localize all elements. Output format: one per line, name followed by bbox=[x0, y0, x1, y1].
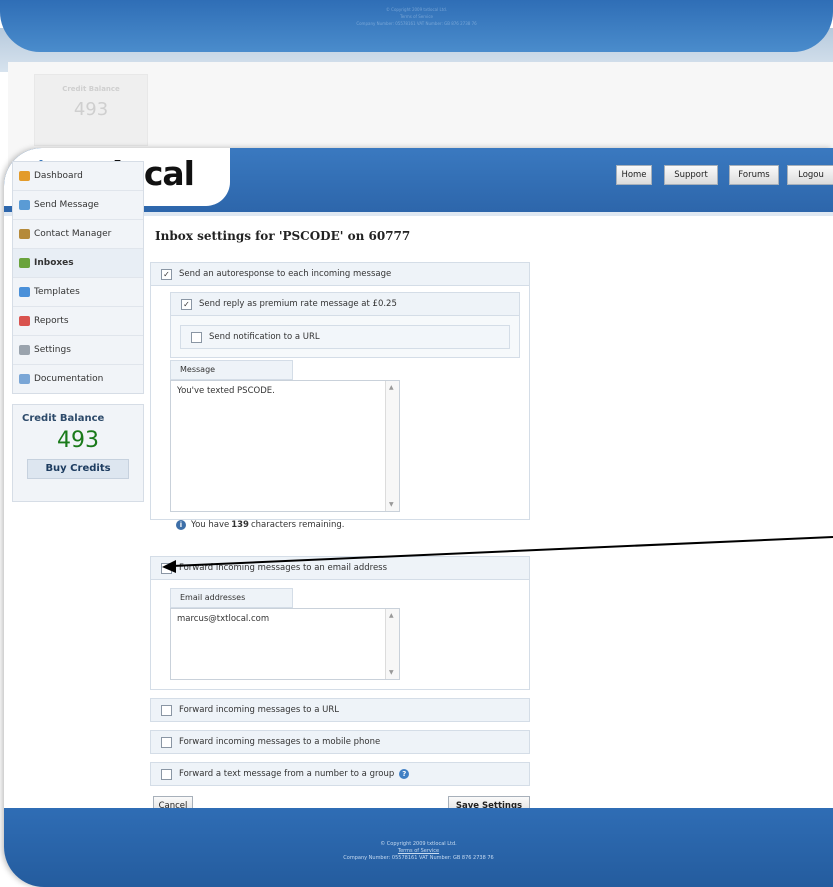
arrow-head-icon bbox=[162, 560, 176, 573]
annotation-arrow bbox=[162, 536, 833, 573]
